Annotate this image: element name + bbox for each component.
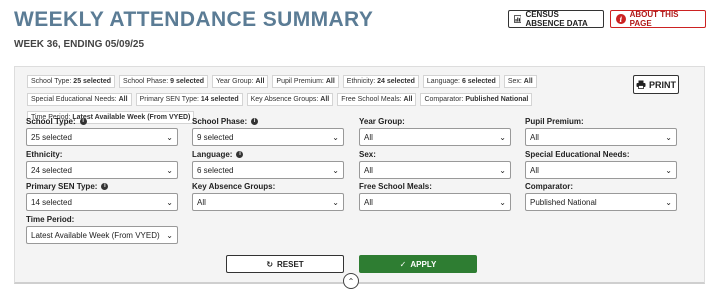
- filter-chip: Sex: All: [503, 75, 537, 88]
- language-field: Language: i 6 selected ⌄: [192, 149, 344, 179]
- free-school-meals-field: Free School Meals: All ⌄: [359, 181, 511, 211]
- chevron-down-icon: ⌄: [332, 165, 339, 175]
- apply-label: APPLY: [410, 259, 437, 269]
- sen-field: Special Educational Needs: All ⌄: [525, 149, 677, 179]
- reset-button[interactable]: ↻ RESET: [226, 255, 344, 273]
- info-icon[interactable]: i: [236, 150, 244, 158]
- sex-select[interactable]: All ⌄: [359, 161, 511, 179]
- primary-sen-type-label: Primary SEN Type:: [26, 181, 98, 191]
- filter-chip: Comparator: Published National: [420, 93, 533, 106]
- info-icon[interactable]: i: [251, 117, 259, 125]
- filter-chip: Pupil Premium: All: [272, 75, 339, 88]
- sex-field: Sex: All ⌄: [359, 149, 511, 179]
- filter-chip: Free School Meals: All: [337, 93, 417, 106]
- chevron-down-icon: ⌄: [665, 132, 672, 142]
- filter-panel: School Type: 25 selected School Phase: 9…: [14, 66, 705, 284]
- pupil-premium-field: Pupil Premium: All ⌄: [525, 116, 677, 146]
- sen-label: Special Educational Needs:: [525, 149, 630, 159]
- sen-select[interactable]: All ⌄: [525, 161, 677, 179]
- info-icon[interactable]: i: [101, 182, 109, 190]
- apply-button[interactable]: ✓ APPLY: [359, 255, 477, 273]
- printer-icon: [636, 80, 646, 89]
- chevron-down-icon: ⌄: [332, 132, 339, 142]
- filter-chip: Language: 6 selected: [422, 75, 500, 88]
- key-absence-groups-field: Key Absence Groups: All ⌄: [192, 181, 344, 211]
- filter-chip: Year Group: All: [212, 75, 269, 88]
- comparator-field: Comparator: Published National ⌄: [525, 181, 677, 211]
- page-subtitle: WEEK 36, ENDING 05/09/25: [14, 39, 145, 50]
- language-select[interactable]: 6 selected ⌄: [192, 161, 344, 179]
- filter-chip: School Type: 25 selected: [27, 75, 116, 88]
- school-phase-label: School Phase:: [192, 116, 248, 126]
- school-type-label: School Type:: [26, 116, 76, 126]
- filter-chip: Special Educational Needs: All: [27, 93, 132, 106]
- free-school-meals-label: Free School Meals:: [359, 181, 432, 191]
- school-type-field: School Type: i 25 selected ⌄: [26, 116, 178, 146]
- free-school-meals-select[interactable]: All ⌄: [359, 193, 511, 211]
- time-period-field: Time Period: Latest Available Week (From…: [26, 214, 178, 244]
- primary-sen-type-field: Primary SEN Type: i 14 selected ⌄: [26, 181, 178, 211]
- language-label: Language:: [192, 149, 233, 159]
- reset-icon: ↻: [266, 259, 274, 269]
- year-group-select[interactable]: All ⌄: [359, 128, 511, 146]
- time-period-label: Time Period:: [26, 214, 75, 224]
- filter-chip: Ethnicity: 24 selected: [342, 75, 419, 88]
- chevron-down-icon: ⌄: [665, 197, 672, 207]
- chevron-down-icon: ⌄: [499, 197, 506, 207]
- school-phase-field: School Phase: i 9 selected ⌄: [192, 116, 344, 146]
- about-this-page-button[interactable]: i ABOUT THIS PAGE: [610, 10, 706, 28]
- ethnicity-label: Ethnicity:: [26, 149, 63, 159]
- key-absence-groups-label: Key Absence Groups:: [192, 181, 276, 191]
- chevron-down-icon: ⌄: [166, 165, 173, 175]
- chevron-up-icon: ⌃: [347, 276, 355, 286]
- sex-label: Sex:: [359, 149, 376, 159]
- primary-sen-type-select[interactable]: 14 selected ⌄: [26, 193, 178, 211]
- chevron-down-icon: ⌄: [332, 197, 339, 207]
- key-absence-groups-select[interactable]: All ⌄: [192, 193, 344, 211]
- reset-label: RESET: [277, 259, 304, 269]
- chevron-down-icon: ⌄: [166, 230, 173, 240]
- print-label: PRINT: [649, 79, 676, 90]
- about-this-page-label: ABOUT THIS PAGE: [629, 10, 679, 28]
- census-absence-data-label: CENSUS ABSENCE DATA: [525, 10, 588, 28]
- collapse-panel-button[interactable]: ⌃: [343, 273, 359, 289]
- info-icon[interactable]: i: [79, 117, 87, 125]
- filter-chip: Key Absence Groups: All: [246, 93, 334, 106]
- year-group-field: Year Group: All ⌄: [359, 116, 511, 146]
- comparator-select[interactable]: Published National ⌄: [525, 193, 677, 211]
- chevron-down-icon: ⌄: [665, 165, 672, 175]
- print-button[interactable]: PRINT: [633, 75, 679, 94]
- chevron-down-icon: ⌄: [499, 165, 506, 175]
- filter-chip: School Phase: 9 selected: [119, 75, 209, 88]
- pupil-premium-select[interactable]: All ⌄: [525, 128, 677, 146]
- census-absence-data-button[interactable]: CENSUS ABSENCE DATA: [508, 10, 604, 28]
- year-group-label: Year Group:: [359, 116, 405, 126]
- chevron-down-icon: ⌄: [166, 132, 173, 142]
- filter-chip: Primary SEN Type: 14 selected: [135, 93, 243, 106]
- check-icon: ✓: [399, 259, 407, 269]
- school-phase-select[interactable]: 9 selected ⌄: [192, 128, 344, 146]
- comparator-label: Comparator:: [525, 181, 574, 191]
- info-circle-icon: i: [616, 14, 626, 24]
- chevron-down-icon: ⌄: [166, 197, 173, 207]
- school-type-select[interactable]: 25 selected ⌄: [26, 128, 178, 146]
- chevron-down-icon: ⌄: [499, 132, 506, 142]
- time-period-select[interactable]: Latest Available Week (From VYED) ⌄: [26, 226, 178, 244]
- page-title: WEEKLY ATTENDANCE SUMMARY: [14, 8, 374, 31]
- pupil-premium-label: Pupil Premium:: [525, 116, 584, 126]
- ethnicity-field: Ethnicity: 24 selected ⌄: [26, 149, 178, 179]
- bar-chart-icon: [514, 15, 522, 23]
- ethnicity-select[interactable]: 24 selected ⌄: [26, 161, 178, 179]
